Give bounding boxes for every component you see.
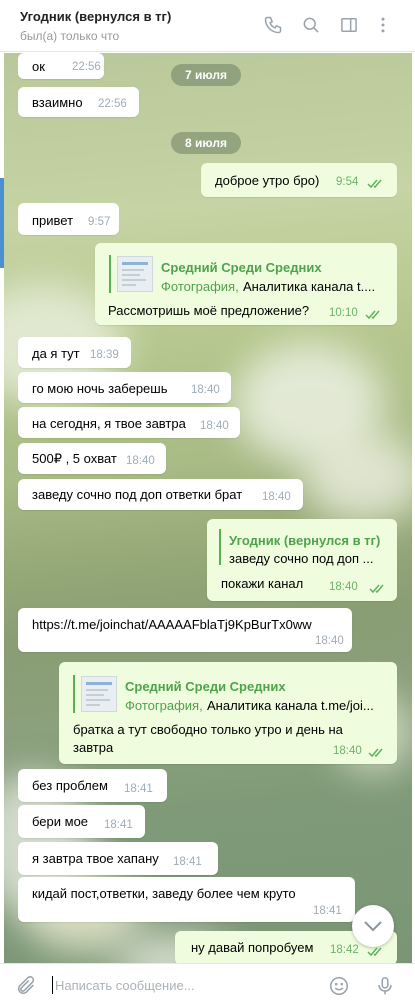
- message-outgoing-reply[interactable]: Угодник (вернулся в тг) заведу сочно под…: [207, 519, 397, 601]
- message-text: кидай пост,ответки, заведу более чем кру…: [32, 886, 296, 901]
- message-time: 22:56: [72, 61, 101, 73]
- message-incoming-link[interactable]: https://t.me/joinchat/AAAAAFblaTj9KpBurT…: [18, 608, 352, 652]
- message-time: 10:10: [329, 307, 358, 319]
- date-separator: 8 июля: [171, 132, 241, 154]
- message-incoming[interactable]: го мою ночь заберешь 18:40: [18, 372, 231, 403]
- message-time: 18:40: [329, 581, 358, 593]
- chevron-down-icon: [364, 921, 382, 932]
- message-time: 18:40: [333, 745, 362, 757]
- message-time: 18:40: [315, 635, 344, 647]
- message-outgoing[interactable]: доброе утро бро) 9:54: [201, 163, 397, 197]
- message-input[interactable]: Написать сообщение...: [55, 978, 195, 993]
- search-icon[interactable]: [300, 14, 322, 36]
- chat-status: был(а) только что: [20, 29, 120, 43]
- message-incoming[interactable]: 500₽ , 5 охват 18:40: [18, 443, 166, 474]
- message-composer: Написать сообщение...: [0, 963, 415, 1006]
- preview-accent-bar: [73, 675, 75, 713]
- message-text: взаимно: [32, 95, 83, 110]
- more-icon[interactable]: [372, 14, 394, 36]
- double-check-icon: [365, 308, 383, 320]
- message-incoming[interactable]: кидай пост,ответки, заведу более чем кру…: [18, 877, 355, 922]
- message-text: без проблем: [32, 778, 108, 793]
- link-preview-prefix: Фотография,: [125, 698, 203, 713]
- link-preview-title[interactable]: Средний Среди Средних: [125, 679, 286, 694]
- link-preview-description: Аналитика канала t.me/joi...: [207, 698, 374, 713]
- message-time: 9:54: [336, 176, 359, 188]
- message-text: да я тут: [32, 346, 80, 361]
- text-caret: [52, 976, 53, 994]
- message-time: 18:40: [191, 384, 220, 396]
- message-text: заведу сочно под доп ответки брат: [32, 487, 243, 502]
- message-time: 18:40: [126, 455, 155, 467]
- scroll-to-bottom-button[interactable]: [352, 905, 394, 947]
- message-incoming[interactable]: привет 9:57: [18, 203, 119, 235]
- message-incoming[interactable]: взаимно 22:56: [18, 87, 139, 117]
- message-text: покажи канал: [221, 576, 304, 591]
- message-incoming[interactable]: без проблем 18:41: [18, 769, 167, 802]
- message-time: 18:42: [330, 944, 359, 956]
- phone-icon[interactable]: [262, 14, 284, 36]
- message-time: 18:40: [262, 491, 291, 503]
- message-incoming[interactable]: ок 22:56: [18, 53, 104, 79]
- message-time: 18:41: [313, 905, 342, 917]
- chat-history[interactable]: ок 22:56 7 июля взаимно 22:56 8 июля доб…: [4, 53, 412, 963]
- message-text: на сегодня, я твое завтра: [32, 416, 186, 431]
- link-preview-title[interactable]: Средний Среди Средних: [161, 260, 322, 275]
- preview-accent-bar: [109, 255, 111, 293]
- message-text: я завтра твое хапану: [32, 851, 159, 866]
- message-incoming[interactable]: я завтра твое хапану 18:41: [18, 842, 218, 875]
- background-flower: [304, 433, 412, 523]
- message-incoming[interactable]: на сегодня, я твое завтра 18:40: [18, 407, 240, 438]
- message-incoming[interactable]: да я тут 18:39: [18, 337, 131, 368]
- message-time: 18:40: [200, 420, 229, 432]
- channel-preview-thumbnail: [81, 676, 117, 712]
- double-check-icon: [369, 582, 387, 594]
- message-time: 18:41: [173, 856, 202, 868]
- message-time: 18:39: [90, 349, 119, 361]
- reply-author[interactable]: Угодник (вернулся в тг): [229, 533, 380, 548]
- message-time: 9:57: [88, 216, 111, 228]
- sidebar-icon[interactable]: [338, 14, 360, 36]
- message-text: ну давай попробуем: [191, 940, 314, 955]
- attach-icon[interactable]: [14, 974, 38, 998]
- date-separator: 7 июля: [171, 64, 241, 86]
- message-outgoing-link-preview[interactable]: Средний Среди Средних Фотография, Аналит…: [95, 243, 397, 325]
- double-check-icon: [367, 177, 385, 189]
- message-text-line2: завтра: [73, 740, 114, 755]
- message-text: ок: [32, 59, 45, 74]
- message-time: 18:41: [124, 783, 153, 795]
- message-text: доброе утро бро): [215, 173, 320, 188]
- message-text: го мою ночь заберешь: [32, 381, 168, 396]
- message-incoming[interactable]: бери мое 18:41: [18, 805, 145, 838]
- message-text: привет: [32, 213, 74, 228]
- chat-title[interactable]: Угодник (вернулся в тг): [20, 9, 171, 24]
- reply-quoted-text: заведу сочно под доп ...: [229, 551, 374, 566]
- link-preview-description: Аналитика канала t....: [243, 279, 376, 294]
- emoji-icon[interactable]: [327, 974, 351, 998]
- double-check-icon: [368, 746, 386, 758]
- message-time: 22:56: [98, 98, 127, 110]
- message-text: Рассмотришь моё предложение?: [108, 303, 310, 318]
- link-preview-prefix: Фотография,: [161, 279, 239, 294]
- message-outgoing-link-preview[interactable]: Средний Среди Средних Фотография, Аналит…: [59, 662, 397, 764]
- message-time: 18:41: [104, 819, 133, 831]
- message-text: братка а тут свободно только утро и день…: [73, 722, 343, 737]
- message-incoming[interactable]: заведу сочно под доп ответки брат 18:40: [18, 479, 303, 510]
- microphone-icon[interactable]: [373, 974, 397, 998]
- chat-header: Угодник (вернулся в тг) был(а) только чт…: [0, 0, 415, 52]
- message-text: 500₽ , 5 охват: [32, 451, 117, 466]
- message-text: бери мое: [32, 814, 89, 829]
- invite-link[interactable]: https://t.me/joinchat/AAAAAFblaTj9KpBurT…: [32, 617, 312, 632]
- channel-preview-thumbnail: [117, 256, 153, 292]
- reply-accent-bar: [219, 529, 221, 565]
